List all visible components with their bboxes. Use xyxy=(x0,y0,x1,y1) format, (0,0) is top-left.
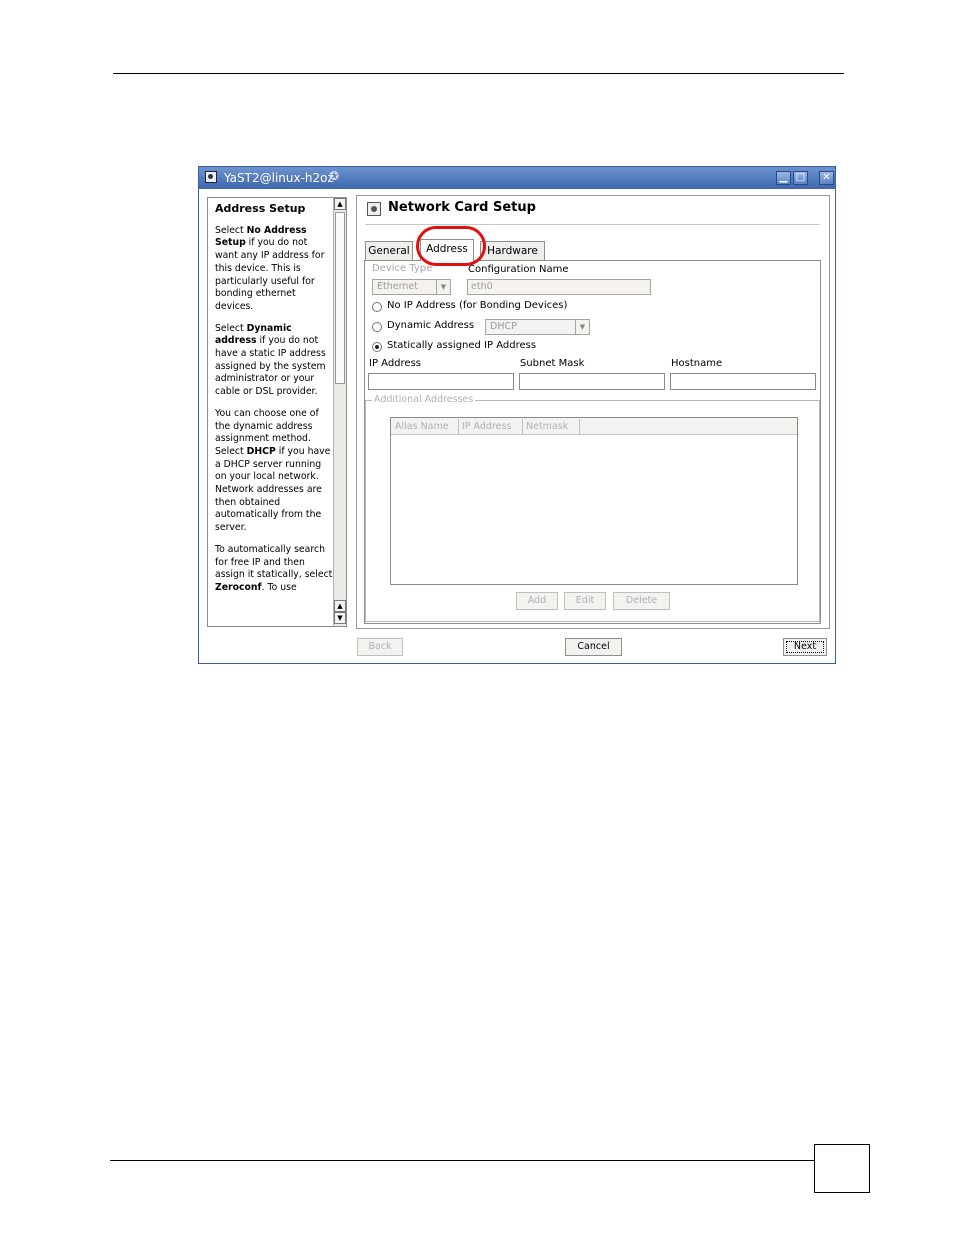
header-rule xyxy=(113,73,844,74)
add-button[interactable]: Add xyxy=(516,592,558,610)
swirl-icon: ✪ xyxy=(329,169,340,183)
help-scrollbar[interactable]: ▲ ▲ ▼ xyxy=(333,198,346,626)
close-button[interactable]: ✕ xyxy=(819,171,834,185)
footer-rule xyxy=(110,1160,815,1161)
address-tab-panel: Device Type Configuration Name Ethernet ▼… xyxy=(364,260,821,624)
additional-addresses-table[interactable]: Alias Name IP Address Netmask xyxy=(390,417,798,585)
hostname-input[interactable] xyxy=(670,373,816,390)
radio-static[interactable] xyxy=(372,342,382,352)
help-panel: Address Setup Select No Address Setup if… xyxy=(207,197,347,627)
help-paragraph: Select Dynamic address if you do not hav… xyxy=(215,322,326,398)
radio-no-ip[interactable] xyxy=(372,302,382,312)
help-text: Address Setup Select No Address Setup if… xyxy=(215,202,333,604)
minimize-button[interactable]: ▁ xyxy=(776,171,791,185)
chevron-down-icon: ▼ xyxy=(436,280,450,294)
subnet-mask-label: Subnet Mask xyxy=(520,358,585,369)
radio-dynamic[interactable] xyxy=(372,322,382,332)
hostname-label: Hostname xyxy=(671,358,723,369)
title-divider xyxy=(365,224,820,225)
network-card-icon xyxy=(367,202,381,216)
radio-dynamic-label: Dynamic Address xyxy=(387,320,475,331)
column-netmask[interactable]: Netmask xyxy=(523,419,580,435)
device-type-select[interactable]: Ethernet ▼ xyxy=(372,279,451,295)
highlight-circle xyxy=(416,226,486,266)
page-title: Network Card Setup xyxy=(388,200,536,215)
help-paragraph: To automatically search for free IP and … xyxy=(215,543,333,593)
edit-button[interactable]: Edit xyxy=(564,592,606,610)
main-panel: Network Card Setup General Address Hardw… xyxy=(356,195,830,629)
ip-address-label: IP Address xyxy=(369,358,421,369)
next-button[interactable]: Next xyxy=(783,638,827,656)
radio-no-ip-label: No IP Address (for Bonding Devices) xyxy=(387,300,568,311)
delete-button[interactable]: Delete xyxy=(613,592,670,610)
tab-general[interactable]: General xyxy=(365,241,413,261)
yast-app-icon xyxy=(205,171,217,183)
config-name-field[interactable]: eth0 xyxy=(467,279,651,295)
yast-window: YaST2@linux-h2oz ✪ ▁ □ ✕ Address Setup S… xyxy=(198,166,836,664)
additional-addresses-label: Additional Addresses xyxy=(372,394,476,405)
tab-hardware[interactable]: Hardware xyxy=(480,241,545,261)
ip-address-input[interactable] xyxy=(368,373,514,390)
maximize-button[interactable]: □ xyxy=(793,171,808,185)
scroll-down-icon[interactable]: ▼ xyxy=(334,612,346,624)
help-heading: Address Setup xyxy=(215,202,306,215)
subnet-mask-input[interactable] xyxy=(519,373,665,390)
back-button[interactable]: Back xyxy=(357,638,403,656)
page-number-box xyxy=(814,1144,870,1193)
dynamic-method-select[interactable]: DHCP ▼ xyxy=(485,319,590,335)
cancel-button[interactable]: Cancel xyxy=(565,638,622,656)
scroll-thumb[interactable] xyxy=(335,212,345,384)
title-bar[interactable]: YaST2@linux-h2oz ✪ ▁ □ ✕ xyxy=(199,167,835,189)
chevron-down-icon: ▼ xyxy=(575,320,589,334)
config-name-label: Configuration Name xyxy=(468,264,569,275)
window-title: YaST2@linux-h2oz xyxy=(224,171,334,185)
radio-static-label: Statically assigned IP Address xyxy=(387,340,537,351)
column-ip-address[interactable]: IP Address xyxy=(459,419,523,435)
column-alias-name[interactable]: Alias Name xyxy=(392,419,459,435)
help-paragraph: Select No Address Setup if you do not wa… xyxy=(215,224,325,312)
additional-addresses-group: Alias Name IP Address Netmask Add Edit D… xyxy=(365,400,820,622)
help-paragraph: You can choose one of the dynamic addres… xyxy=(215,407,331,534)
device-type-label: Device Type xyxy=(372,263,433,274)
scroll-up-icon[interactable]: ▲ xyxy=(334,600,346,612)
scroll-up-icon[interactable]: ▲ xyxy=(334,198,346,210)
